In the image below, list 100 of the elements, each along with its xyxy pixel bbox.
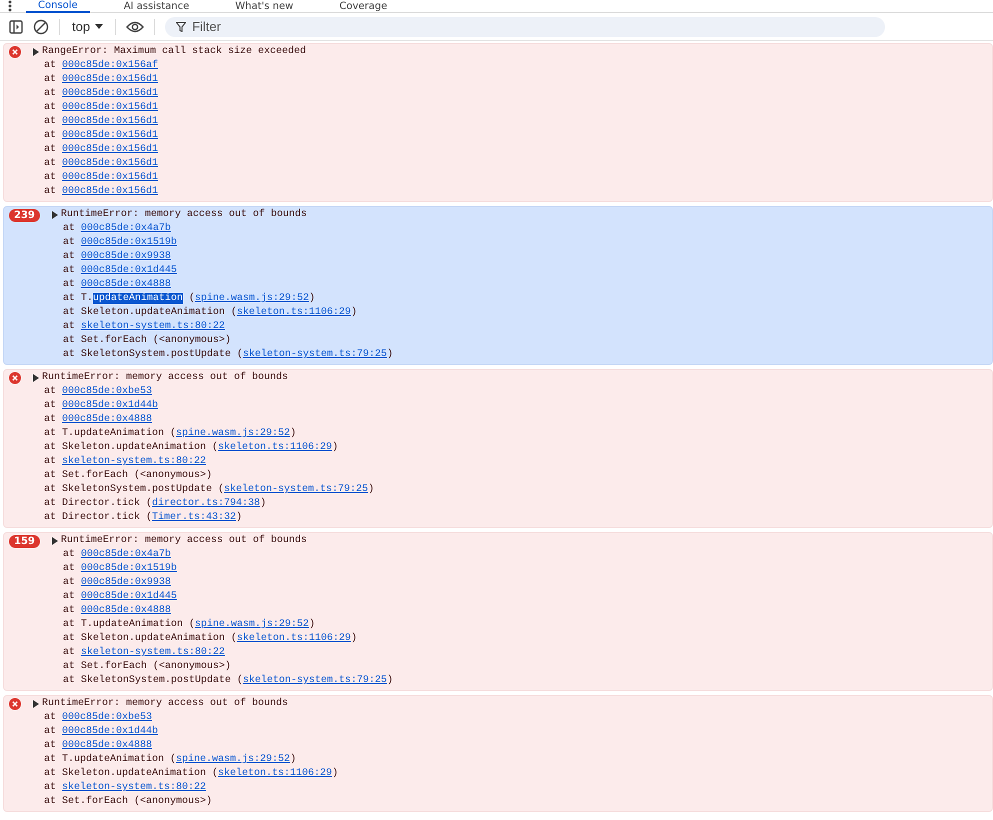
- source-link[interactable]: 000c85de:0x1d445: [80, 591, 177, 602]
- source-link[interactable]: 000c85de:0x4888: [80, 279, 171, 290]
- source-link[interactable]: skeleton-system.ts:79:25: [242, 349, 387, 360]
- expand-triangle-icon[interactable]: [33, 700, 39, 708]
- caret-icon: [95, 24, 104, 29]
- expand-triangle-icon[interactable]: [52, 537, 58, 545]
- stack-frame: at 000c85de:0x4a7b: [52, 222, 393, 236]
- source-link[interactable]: skeleton.ts:1106:29: [218, 442, 332, 453]
- source-link[interactable]: 000c85de:0x156d1: [62, 158, 158, 169]
- source-link[interactable]: skeleton-system.ts:80:22: [62, 456, 206, 467]
- source-link[interactable]: 000c85de:0x9938: [80, 251, 171, 262]
- stack-frame: at Set.forEach (<anonymous>): [52, 660, 393, 674]
- error-icon: [9, 372, 21, 384]
- source-link[interactable]: 000c85de:0x1519b: [80, 237, 177, 248]
- stack-frame: at 000c85de:0x1d44b: [33, 725, 338, 739]
- source-link[interactable]: 000c85de:0xbe53: [62, 386, 152, 397]
- stack-frame: at 000c85de:0x9938: [52, 576, 393, 590]
- source-link[interactable]: 000c85de:0x1d445: [80, 265, 177, 276]
- source-link[interactable]: 000c85de:0x4888: [62, 414, 152, 425]
- stack-frame: at 000c85de:0x156d1: [33, 115, 306, 129]
- error-text: RangeError: Maximum call stack size exceeded: [42, 45, 306, 59]
- stack-frame: at skeleton-system.ts:80:22: [33, 455, 374, 469]
- source-link[interactable]: 000c85de:0x1d44b: [62, 726, 158, 737]
- source-link[interactable]: 000c85de:0x156d1: [62, 172, 158, 183]
- stack-frame: at 000c85de:0x156d1: [33, 157, 306, 171]
- stack-frame: at 000c85de:0x1d445: [52, 264, 393, 278]
- source-link[interactable]: director.ts:794:38: [152, 498, 260, 509]
- source-link[interactable]: skeleton-system.ts:80:22: [62, 782, 206, 793]
- context-dropdown[interactable]: top: [70, 19, 106, 34]
- source-link[interactable]: 000c85de:0x4a7b: [80, 549, 171, 560]
- filter-field[interactable]: Filter: [165, 16, 886, 36]
- stack-frame: at Set.forEach (<anonymous>): [33, 795, 338, 809]
- source-link[interactable]: 000c85de:0x4a7b: [80, 223, 171, 234]
- error-text: RuntimeError: memory access out of bounds: [60, 208, 307, 222]
- panel-tab[interactable]: Coverage: [327, 0, 400, 12]
- stack-frame: at T.updateAnimation (spine.wasm.js:29:52): [33, 753, 338, 767]
- source-link[interactable]: 000c85de:0x156d1: [62, 102, 158, 113]
- stack-frame: at 000c85de:0x156d1: [33, 73, 306, 87]
- stack-frame: at Set.forEach (<anonymous>): [33, 469, 374, 483]
- console-error-message[interactable]: [3, 695, 993, 812]
- stack-frame: at 000c85de:0x156d1: [33, 171, 306, 185]
- stack-frame: at 000c85de:0x1519b: [52, 236, 393, 250]
- error-text: RuntimeError: memory access out of bounds: [42, 697, 288, 711]
- source-link[interactable]: skeleton.ts:1106:29: [236, 307, 351, 318]
- source-link[interactable]: 000c85de:0x1d44b: [62, 400, 158, 411]
- panel-tab[interactable]: What's new: [223, 0, 306, 12]
- error-text: RuntimeError: memory access out of bounds: [42, 371, 288, 385]
- error-icon: [9, 46, 21, 58]
- console-error-message[interactable]: [3, 369, 993, 528]
- source-link[interactable]: 000c85de:0xbe53: [62, 712, 152, 723]
- source-link[interactable]: spine.wasm.js:29:52: [194, 619, 309, 630]
- stack-frame: at T.updateAnimation (spine.wasm.js:29:52): [52, 292, 393, 306]
- console-error-message[interactable]: [3, 532, 993, 691]
- repeat-count: 239: [9, 209, 40, 222]
- error-text: RuntimeError: memory access out of bounds: [60, 534, 307, 548]
- source-link[interactable]: 000c85de:0x156d1: [62, 88, 158, 99]
- sidebar-toggle-icon[interactable]: [9, 20, 23, 34]
- source-link[interactable]: 000c85de:0x156d1: [62, 74, 158, 85]
- clear-console-icon[interactable]: [33, 18, 49, 34]
- stack-frame: at 000c85de:0x156d1: [33, 143, 306, 157]
- source-link[interactable]: skeleton-system.ts:79:25: [224, 484, 368, 495]
- stack-frame: at skeleton-system.ts:80:22: [52, 320, 393, 334]
- source-link[interactable]: 000c85de:0x156d1: [62, 130, 158, 141]
- stack-frame: at SkeletonSystem.postUpdate (skeleton-system.ts:79:25): [52, 674, 393, 688]
- expand-triangle-icon[interactable]: [52, 211, 58, 219]
- stack-frame: at 000c85de:0x156d1: [33, 185, 306, 199]
- source-link[interactable]: skeleton-system.ts:80:22: [80, 321, 225, 332]
- stack-frame: at 000c85de:0x4888: [33, 413, 374, 427]
- repeat-count: 159: [9, 535, 40, 548]
- source-link[interactable]: 000c85de:0x4888: [80, 605, 171, 616]
- stack-frame: at 000c85de:0x9938: [52, 250, 393, 264]
- source-link[interactable]: 000c85de:0x156d1: [62, 116, 158, 127]
- expand-triangle-icon[interactable]: [33, 48, 39, 56]
- stack-frame: at 000c85de:0x4888: [52, 278, 393, 292]
- console-error-message[interactable]: [3, 206, 993, 365]
- source-link[interactable]: spine.wasm.js:29:52: [176, 754, 290, 765]
- source-link[interactable]: skeleton-system.ts:80:22: [80, 647, 225, 658]
- stack-frame: at skeleton-system.ts:80:22: [52, 646, 393, 660]
- source-link[interactable]: 000c85de:0x156d1: [62, 144, 158, 155]
- source-link[interactable]: 000c85de:0x1519b: [80, 563, 177, 574]
- stack-frame: at T.updateAnimation (spine.wasm.js:29:52): [33, 427, 374, 441]
- source-link[interactable]: 000c85de:0x156af: [62, 60, 158, 71]
- source-link[interactable]: spine.wasm.js:29:52: [176, 428, 290, 439]
- source-link[interactable]: 000c85de:0x4888: [62, 740, 152, 751]
- stack-frame: at Skeleton.updateAnimation (skeleton.ts:1106:29): [52, 632, 393, 646]
- source-link[interactable]: skeleton.ts:1106:29: [236, 633, 351, 644]
- panel-tab[interactable]: Console: [26, 0, 90, 12]
- source-link[interactable]: spine.wasm.js:29:52: [194, 293, 309, 304]
- stack-frame: at 000c85de:0x1d44b: [33, 399, 374, 413]
- panel-tab[interactable]: AI assistance: [112, 0, 202, 12]
- source-link[interactable]: skeleton.ts:1106:29: [218, 768, 332, 779]
- more-options-icon[interactable]: [8, 0, 12, 12]
- expand-triangle-icon[interactable]: [33, 374, 39, 382]
- eye-icon[interactable]: [126, 20, 144, 32]
- source-link[interactable]: 000c85de:0x9938: [80, 577, 171, 588]
- source-link[interactable]: Timer.ts:43:32: [152, 512, 236, 523]
- source-link[interactable]: skeleton-system.ts:79:25: [242, 675, 387, 686]
- stack-frame: at 000c85de:0xbe53: [33, 385, 374, 399]
- source-link[interactable]: 000c85de:0x156d1: [62, 186, 158, 197]
- stack-frame: at 000c85de:0x1d445: [52, 590, 393, 604]
